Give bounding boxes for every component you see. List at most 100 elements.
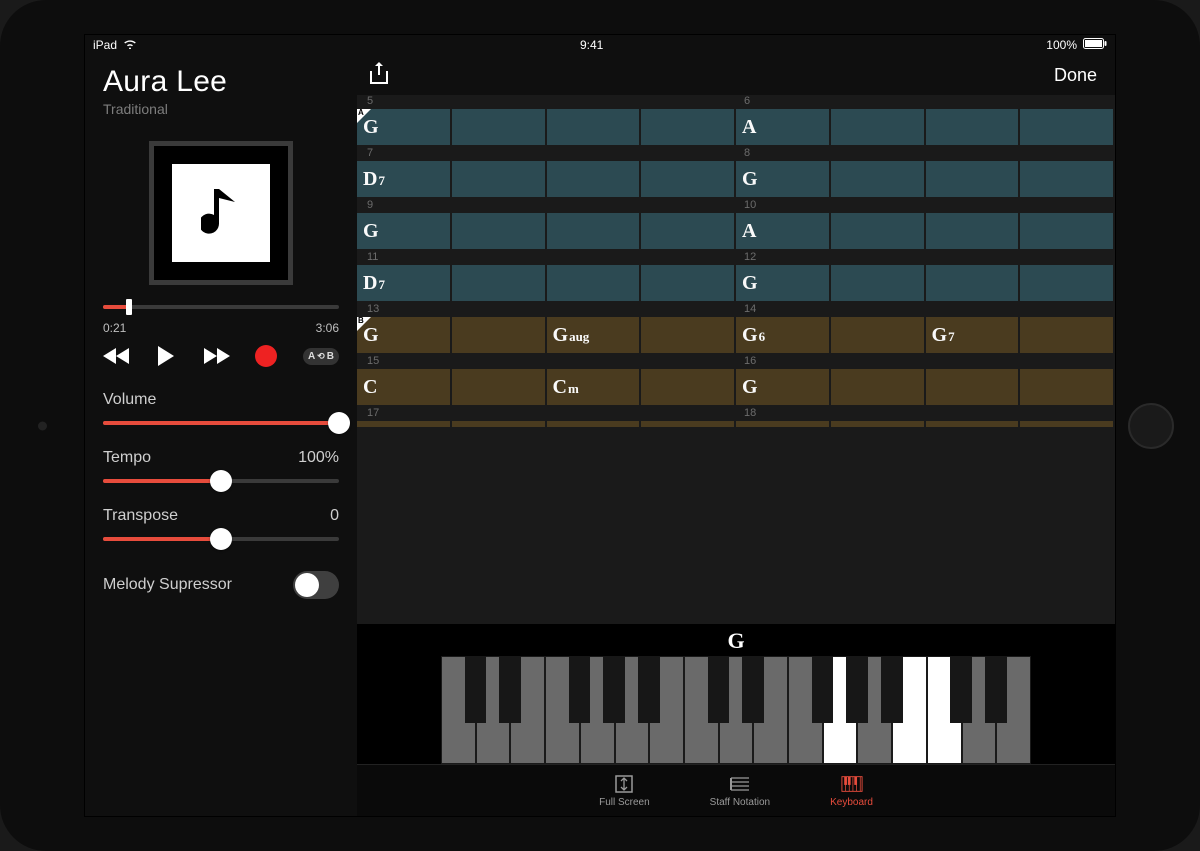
chord-cell[interactable] [926, 421, 1021, 427]
chord-cell[interactable] [926, 369, 1021, 405]
chord-row[interactable]: 1516CCmG [357, 355, 1115, 405]
chord-cell[interactable] [452, 213, 547, 249]
chord-chart[interactable]: 56GAA78D7G910GA1112D7G1314GBGaugG6G71516… [357, 95, 1115, 624]
black-key[interactable] [950, 656, 972, 723]
chord-cell[interactable] [452, 265, 547, 301]
black-key[interactable] [638, 656, 660, 723]
done-button[interactable]: Done [1054, 65, 1097, 86]
tab-fullscreen[interactable]: Full Screen [599, 773, 650, 808]
chord-cell[interactable]: GB [357, 317, 452, 353]
sidebar: Aura Lee Traditional 0:21 3:06 [85, 55, 357, 816]
tab-keyboard[interactable]: Keyboard [830, 773, 873, 808]
chord-cell[interactable]: D7 [357, 265, 452, 301]
chord-row[interactable]: 1718 [357, 407, 1115, 427]
chord-cell[interactable] [831, 213, 926, 249]
chord-cell[interactable] [1020, 161, 1115, 197]
chord-cell[interactable]: GA [357, 109, 452, 145]
chord-cell[interactable] [831, 317, 926, 353]
chord-cell[interactable] [452, 317, 547, 353]
melody-suppressor-toggle[interactable] [293, 571, 339, 599]
chord-cell[interactable]: A [736, 213, 831, 249]
chord-cell[interactable]: G [736, 369, 831, 405]
chord-cell[interactable] [452, 109, 547, 145]
chord-cell[interactable] [547, 421, 642, 427]
transpose-value: 0 [330, 507, 339, 525]
tempo-slider[interactable] [103, 479, 339, 483]
chord-cell[interactable] [926, 161, 1021, 197]
chord-cell[interactable] [547, 109, 642, 145]
chord-row[interactable]: 1112D7G [357, 251, 1115, 301]
chord-cell[interactable]: G6 [736, 317, 831, 353]
chord-cell[interactable] [831, 161, 926, 197]
staff-icon [729, 773, 751, 795]
chord-cell[interactable]: G [736, 161, 831, 197]
black-key[interactable] [985, 656, 1007, 723]
chord-cell[interactable] [547, 265, 642, 301]
black-key[interactable] [708, 656, 730, 723]
chord-cell[interactable] [926, 265, 1021, 301]
chord-cell[interactable] [1020, 265, 1115, 301]
chord-cell[interactable] [926, 109, 1021, 145]
black-key[interactable] [881, 656, 903, 723]
chord-cell[interactable] [1020, 317, 1115, 353]
chord-cell[interactable] [1020, 213, 1115, 249]
chord-cell[interactable] [641, 421, 736, 427]
chord-cell[interactable] [831, 265, 926, 301]
tab-staff-notation[interactable]: Staff Notation [710, 773, 770, 808]
chord-cell[interactable] [547, 213, 642, 249]
home-button[interactable] [1128, 403, 1174, 449]
chord-cell[interactable]: A [736, 109, 831, 145]
chord-cell[interactable] [926, 213, 1021, 249]
black-key[interactable] [603, 656, 625, 723]
share-button[interactable] [369, 61, 389, 90]
black-key[interactable] [812, 656, 834, 723]
chord-cell[interactable] [1020, 369, 1115, 405]
play-button[interactable] [156, 345, 176, 367]
chord-cell[interactable] [831, 421, 926, 427]
chord-cell[interactable] [452, 421, 547, 427]
progress-track[interactable] [103, 305, 339, 309]
tempo-value: 100% [298, 449, 339, 467]
black-key[interactable] [499, 656, 521, 723]
transpose-slider[interactable] [103, 537, 339, 541]
tempo-label: Tempo [103, 449, 151, 467]
fast-forward-button[interactable] [202, 346, 230, 366]
chord-cell[interactable]: Gaug [547, 317, 642, 353]
camera [38, 421, 47, 430]
chord-cell[interactable] [641, 161, 736, 197]
chord-cell[interactable]: G7 [926, 317, 1021, 353]
volume-slider[interactable] [103, 421, 339, 425]
black-key[interactable] [569, 656, 591, 723]
ab-loop-button[interactable]: A⟲B [303, 348, 339, 365]
chord-cell[interactable] [452, 161, 547, 197]
chord-cell[interactable] [641, 369, 736, 405]
chord-cell[interactable]: Cm [547, 369, 642, 405]
chord-cell[interactable]: C [357, 369, 452, 405]
chord-row[interactable]: 78D7G [357, 147, 1115, 197]
chord-cell[interactable] [1020, 421, 1115, 427]
chord-row[interactable]: 56GAA [357, 95, 1115, 145]
rewind-button[interactable] [103, 346, 131, 366]
chord-row[interactable]: 1314GBGaugG6G7 [357, 303, 1115, 353]
chord-cell[interactable] [547, 161, 642, 197]
chord-cell[interactable]: G [736, 265, 831, 301]
record-button[interactable] [255, 345, 277, 367]
chord-cell[interactable] [1020, 109, 1115, 145]
chord-cell[interactable] [641, 213, 736, 249]
black-key[interactable] [742, 656, 764, 723]
black-key[interactable] [465, 656, 487, 723]
chord-cell[interactable] [452, 369, 547, 405]
chord-cell[interactable]: G [357, 213, 452, 249]
chord-cell[interactable] [641, 109, 736, 145]
chord-row[interactable]: 910GA [357, 199, 1115, 249]
chord-cell[interactable] [357, 421, 452, 427]
chord-cell[interactable] [831, 109, 926, 145]
piano-keyboard[interactable] [441, 656, 1031, 764]
tab-label: Keyboard [830, 797, 873, 808]
black-key[interactable] [846, 656, 868, 723]
chord-cell[interactable]: D7 [357, 161, 452, 197]
chord-cell[interactable] [641, 265, 736, 301]
chord-cell[interactable] [641, 317, 736, 353]
chord-cell[interactable] [831, 369, 926, 405]
chord-cell[interactable] [736, 421, 831, 427]
